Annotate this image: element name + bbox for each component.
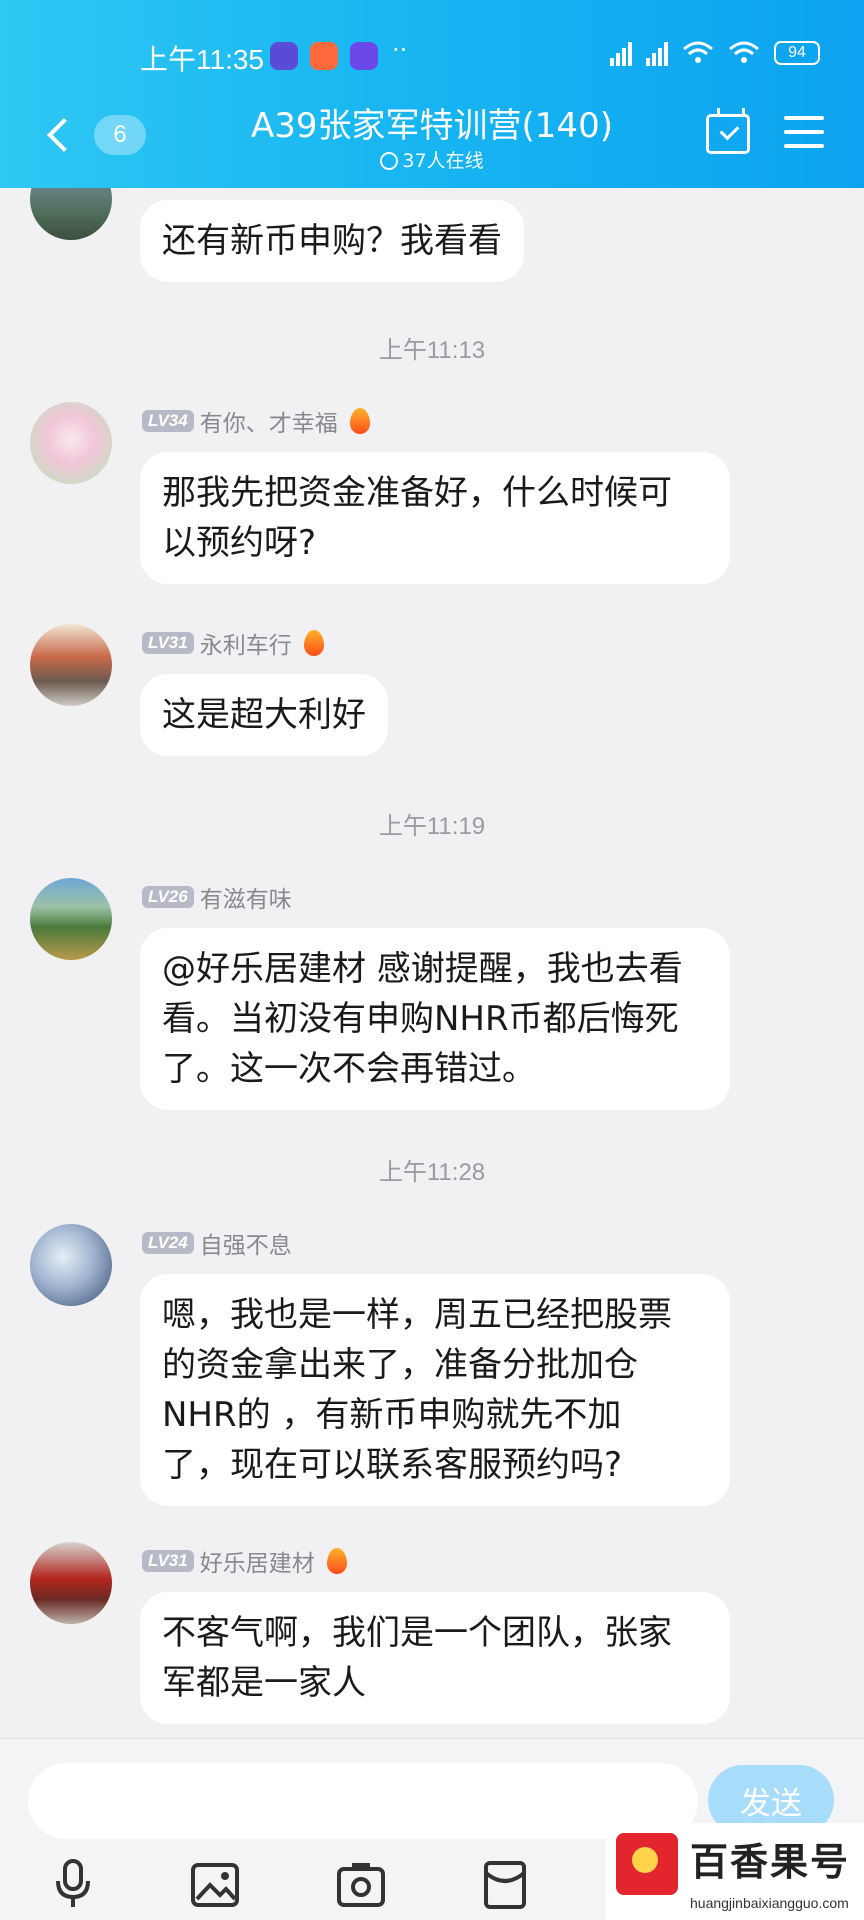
level-badge: LV31 bbox=[142, 632, 194, 654]
status-app-icons bbox=[270, 42, 378, 70]
timestamp: 上午11:13 bbox=[378, 337, 486, 364]
sender-meta: LV31 永利车行 bbox=[142, 626, 324, 660]
message-input[interactable] bbox=[28, 1763, 698, 1839]
message-line: 那我先把资金准备好，什么时候可 bbox=[162, 473, 672, 513]
message-bubble[interactable]: 那我先把资金准备好，什么时候可 以预约呀? bbox=[140, 452, 730, 584]
fire-icon bbox=[303, 630, 324, 656]
status-bar: 上午11:35 ·· 94 bbox=[0, 36, 864, 80]
microphone-icon[interactable] bbox=[48, 1857, 98, 1911]
level-badge: LV26 bbox=[142, 886, 194, 908]
avatar[interactable] bbox=[30, 1224, 112, 1306]
message-bubble[interactable]: @好乐居建材 感谢提醒，我也去看 看。当初没有申购NHR币都后悔死 了。这一次不… bbox=[140, 928, 730, 1110]
message-line: 的资金拿出来了，准备分批加仓 bbox=[162, 1345, 638, 1385]
sender-name[interactable]: 永利车行 bbox=[200, 626, 292, 660]
avatar[interactable] bbox=[30, 402, 112, 484]
message-line: 嗯，我也是一样，周五已经把股票 bbox=[162, 1295, 672, 1335]
fire-icon bbox=[326, 1548, 347, 1574]
message-bubble[interactable]: 这是超大利好 bbox=[140, 674, 388, 756]
status-indicators: 94 bbox=[610, 40, 820, 66]
level-badge: LV24 bbox=[142, 1232, 194, 1254]
sender-meta: LV34 有你、才幸福 bbox=[142, 404, 370, 438]
online-count-label: 37人在线 bbox=[402, 150, 484, 172]
level-badge: LV31 bbox=[142, 1550, 194, 1572]
timestamp: 上午11:28 bbox=[378, 1159, 486, 1186]
sender-meta: LV26 有滋有味 bbox=[142, 880, 292, 914]
avatar[interactable] bbox=[30, 1542, 112, 1624]
battery-icon: 94 bbox=[774, 41, 820, 65]
message-line: @好乐居建材 感谢提醒，我也去看 bbox=[162, 949, 683, 989]
online-icon bbox=[380, 152, 399, 170]
level-badge: LV34 bbox=[142, 410, 194, 432]
message-list[interactable]: 还有新币申购？我看看 上午11:13 LV34 有你、才幸福 那我先把资金准备好… bbox=[0, 188, 864, 1738]
status-time: 上午11:35 bbox=[140, 44, 264, 75]
message-line: NHR的 ，有新币申购就先不加 bbox=[162, 1395, 622, 1435]
message-line: 了，现在可以联系客服预约吗? bbox=[162, 1445, 623, 1485]
app-notification-icon bbox=[350, 42, 378, 70]
sender-name[interactable]: 好乐居建材 bbox=[200, 1544, 315, 1578]
avatar[interactable] bbox=[30, 188, 112, 240]
fire-icon bbox=[349, 408, 370, 434]
message-line: 了。这一次不会再错过。 bbox=[162, 1049, 536, 1089]
signal-icon bbox=[646, 40, 668, 66]
signal-icon bbox=[610, 40, 632, 66]
message-line: 看。当初没有申购NHR币都后悔死 bbox=[162, 999, 679, 1039]
app-notification-icon bbox=[310, 42, 338, 70]
message-line: 不客气啊，我们是一个团队，张家 bbox=[162, 1613, 672, 1653]
message-bubble[interactable]: 不客气啊，我们是一个团队，张家 军都是一家人 bbox=[140, 1592, 730, 1724]
sender-name[interactable]: 有滋有味 bbox=[200, 880, 292, 914]
chat-header: 上午11:35 ·· 94 6 A39张家军特训营(140) 37人在线 bbox=[0, 0, 864, 188]
camera-icon[interactable] bbox=[336, 1857, 386, 1911]
sender-meta: LV24 自强不息 bbox=[142, 1226, 292, 1260]
red-packet-icon[interactable] bbox=[480, 1857, 530, 1911]
more-notifications-icon: ·· bbox=[392, 36, 408, 64]
sender-name[interactable]: 自强不息 bbox=[200, 1226, 292, 1260]
wifi-icon bbox=[683, 41, 713, 63]
calendar-check-icon[interactable] bbox=[706, 108, 750, 154]
message-line: 军都是一家人 bbox=[162, 1663, 366, 1703]
watermark-url: huangjinbaixiangguo.com bbox=[690, 1895, 849, 1911]
avatar[interactable] bbox=[30, 878, 112, 960]
avatar[interactable] bbox=[30, 624, 112, 706]
timestamp: 上午11:19 bbox=[378, 813, 486, 840]
input-bar: 发送 百香果号 huangjinbaixiangguo.com bbox=[0, 1738, 864, 1920]
watermark-title: 百香果号 bbox=[690, 1840, 851, 1884]
message-line: 以预约呀? bbox=[162, 523, 317, 563]
sender-meta: LV31 好乐居建材 bbox=[142, 1544, 347, 1578]
menu-icon[interactable] bbox=[784, 116, 824, 148]
wifi-icon bbox=[729, 41, 759, 63]
message-bubble[interactable]: 还有新币申购？我看看 bbox=[140, 200, 524, 282]
sender-name[interactable]: 有你、才幸福 bbox=[200, 404, 338, 438]
watermark-logo-icon bbox=[616, 1833, 678, 1895]
watermark: 百香果号 huangjinbaixiangguo.com bbox=[606, 1823, 864, 1920]
app-notification-icon bbox=[270, 42, 298, 70]
message-bubble[interactable]: 嗯，我也是一样，周五已经把股票 的资金拿出来了，准备分批加仓 NHR的 ，有新币… bbox=[140, 1274, 730, 1506]
image-icon[interactable] bbox=[190, 1857, 240, 1911]
